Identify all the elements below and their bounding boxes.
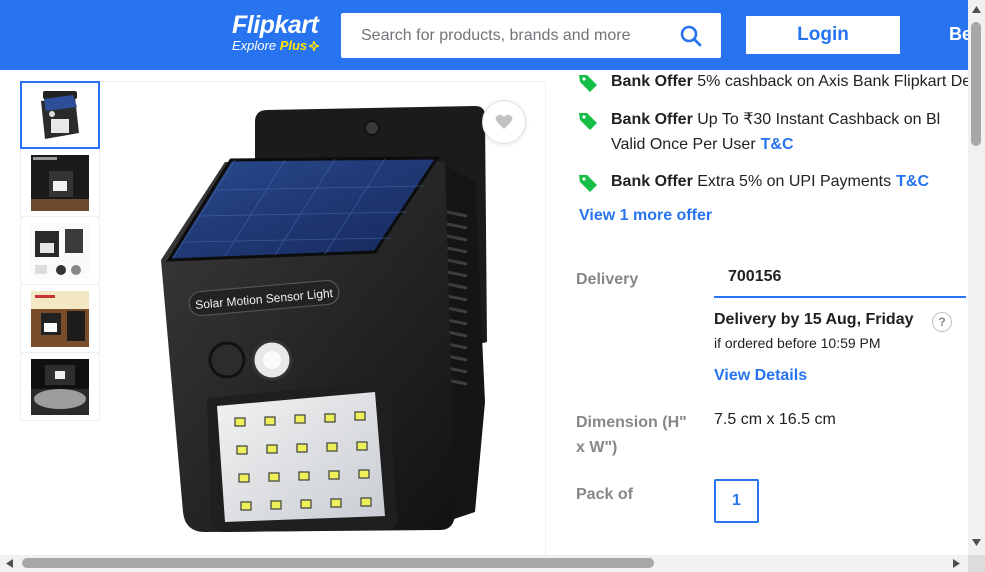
vertical-scrollbar[interactable] bbox=[968, 0, 985, 555]
thumbnail-4[interactable] bbox=[20, 285, 100, 353]
offer-detail: 5% cashback on Axis Bank Flipkart Debit … bbox=[697, 73, 985, 90]
brand-name: Flipkart bbox=[232, 11, 319, 39]
scrollbar-corner bbox=[968, 555, 985, 572]
pincode-input[interactable] bbox=[714, 262, 944, 292]
thumbnail-image bbox=[31, 290, 89, 347]
view-details-link[interactable]: View Details bbox=[714, 367, 807, 385]
offer-text: Bank Offer Up To ₹30 Instant Cashback on… bbox=[611, 107, 940, 132]
thumbnail-1[interactable] bbox=[20, 81, 100, 149]
top-header: Flipkart Explore Plus Login Become a Sel… bbox=[0, 0, 985, 70]
main-image-container: Solar Motion Sensor Light bbox=[100, 81, 546, 561]
offer-label: Bank Offer bbox=[611, 73, 693, 90]
scroll-down-icon[interactable] bbox=[971, 538, 982, 547]
thumbnail-3[interactable] bbox=[20, 217, 100, 285]
scroll-left-icon[interactable] bbox=[5, 558, 14, 569]
search-button[interactable] bbox=[661, 13, 721, 58]
delivery-cutoff: if ordered before 10:59 PM bbox=[714, 335, 881, 351]
offer-detail: Extra 5% on UPI Payments bbox=[697, 173, 892, 190]
login-button[interactable]: Login bbox=[746, 16, 900, 54]
thumbnail-image bbox=[31, 222, 89, 279]
heart-icon bbox=[495, 114, 513, 129]
delivery-label: Delivery bbox=[576, 271, 639, 288]
thumbnail-2[interactable] bbox=[20, 149, 100, 217]
tag-icon bbox=[579, 113, 597, 130]
tag-icon bbox=[579, 175, 597, 192]
vertical-scroll-thumb[interactable] bbox=[971, 22, 981, 146]
pincode-box bbox=[714, 262, 966, 298]
thumbnail-list bbox=[20, 81, 100, 421]
view-more-offers-link[interactable]: View 1 more offer bbox=[579, 207, 712, 225]
offer-detail: Up To ₹30 Instant Cashback on Bl bbox=[697, 111, 941, 128]
offer-text-line2: Valid Once Per User T&C bbox=[611, 132, 794, 157]
thumbnail-5[interactable] bbox=[20, 353, 100, 421]
offer-detail-line2: Valid Once Per User bbox=[611, 136, 756, 153]
scroll-right-icon[interactable] bbox=[952, 558, 961, 569]
dimension-label-line1: Dimension (H" bbox=[576, 414, 687, 431]
help-icon[interactable]: ? bbox=[932, 312, 952, 332]
scroll-up-icon[interactable] bbox=[971, 5, 982, 14]
thumbnail-image bbox=[31, 358, 89, 415]
flipkart-logo[interactable]: Flipkart Explore Plus bbox=[232, 11, 332, 53]
brand-tag-prefix: Explore bbox=[232, 38, 280, 53]
product-image[interactable]: Solar Motion Sensor Light bbox=[155, 102, 495, 552]
offer-label: Bank Offer bbox=[611, 111, 693, 128]
dimension-value: 7.5 cm x 16.5 cm bbox=[714, 411, 836, 428]
thumbnail-image bbox=[31, 154, 89, 211]
page: Flipkart Explore Plus Login Become a Sel… bbox=[0, 0, 985, 572]
tag-icon bbox=[579, 75, 597, 92]
offer-label: Bank Offer bbox=[611, 173, 693, 190]
pack-option[interactable]: 1 bbox=[714, 479, 759, 523]
dimension-label-line2: x W") bbox=[576, 439, 618, 456]
brand-tagline: Explore Plus bbox=[232, 38, 332, 53]
offer-text: Bank Offer 5% cashback on Axis Bank Flip… bbox=[611, 69, 985, 94]
pack-label: Pack of bbox=[576, 486, 633, 503]
thumbnail-image bbox=[41, 91, 79, 139]
plus-star-icon bbox=[309, 41, 320, 51]
horizontal-scroll-thumb[interactable] bbox=[22, 558, 654, 568]
search-bar bbox=[341, 13, 721, 58]
horizontal-scrollbar[interactable] bbox=[0, 555, 968, 572]
offer-text: Bank Offer Extra 5% on UPI Payments T&C bbox=[611, 169, 929, 194]
search-input[interactable] bbox=[341, 13, 661, 58]
search-icon bbox=[680, 25, 702, 46]
offer-tc-link[interactable]: T&C bbox=[896, 173, 929, 190]
brand-tag-plus: Plus bbox=[279, 38, 308, 53]
delivery-date: Delivery by 15 Aug, Friday bbox=[714, 311, 914, 328]
wishlist-button[interactable] bbox=[482, 100, 526, 144]
offer-tc-link[interactable]: T&C bbox=[761, 136, 794, 153]
